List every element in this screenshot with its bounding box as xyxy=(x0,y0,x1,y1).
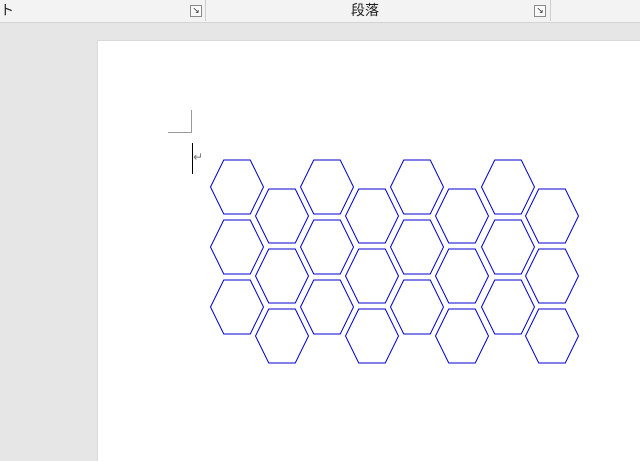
hexagon-shape[interactable] xyxy=(389,279,445,335)
hexagon-shape[interactable] xyxy=(254,308,310,364)
hexagon-shape[interactable] xyxy=(480,219,536,275)
hexagon-shape[interactable] xyxy=(254,248,310,304)
hexagon-shape[interactable] xyxy=(434,308,490,364)
hexagon-shape[interactable] xyxy=(344,308,400,364)
hexagon-shape[interactable] xyxy=(254,188,310,244)
hexagon-shape[interactable] xyxy=(480,279,536,335)
hexagon-shape[interactable] xyxy=(299,159,355,215)
hexagon-shape[interactable] xyxy=(434,248,490,304)
hexagon-shape[interactable] xyxy=(434,188,490,244)
hexagon-shape[interactable] xyxy=(524,248,580,304)
hexagon-shape[interactable] xyxy=(344,188,400,244)
hexagon-shape[interactable] xyxy=(209,219,265,275)
hexagon-shape[interactable] xyxy=(209,279,265,335)
hexagon-shape[interactable] xyxy=(299,219,355,275)
hexagon-shape[interactable] xyxy=(299,279,355,335)
hexagon-shape[interactable] xyxy=(389,159,445,215)
hexagon-shape[interactable] xyxy=(389,219,445,275)
hexagon-shape[interactable] xyxy=(209,159,265,215)
hexagon-shapes-canvas[interactable] xyxy=(0,0,640,441)
hexagon-shape[interactable] xyxy=(524,188,580,244)
hexagon-shape[interactable] xyxy=(480,159,536,215)
hexagon-shape[interactable] xyxy=(344,248,400,304)
hexagon-shape[interactable] xyxy=(524,308,580,364)
